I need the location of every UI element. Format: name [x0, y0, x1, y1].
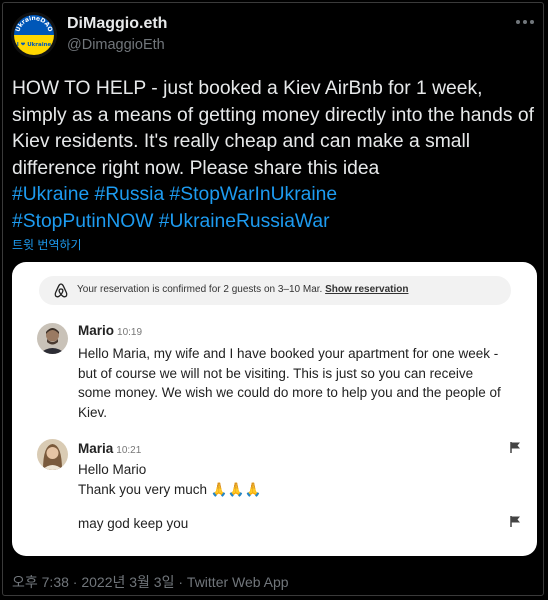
- message-body: Hello Mario Thank you very much 🙏🙏🙏: [78, 460, 261, 499]
- avatar[interactable]: UkraineDAO I ❤ Ukraine: [11, 12, 57, 58]
- hashtags-line-1[interactable]: #Ukraine #Russia #StopWarInUkraine: [12, 184, 337, 205]
- more-options-icon[interactable]: [516, 20, 534, 24]
- message-line: some money. We wish we could do more to …: [78, 385, 501, 400]
- message-line: Hello Mario: [78, 462, 147, 477]
- mario-avatar: [37, 323, 68, 354]
- report-flag-icon[interactable]: [509, 441, 522, 454]
- display-name[interactable]: DiMaggio.eth: [67, 15, 167, 33]
- sender-name: Maria: [78, 441, 114, 456]
- avatar-bottom-text: I ❤ Ukraine: [17, 42, 52, 48]
- message-line: Thank you very much 🙏🙏🙏: [78, 480, 261, 500]
- tweet-text: HOW TO HELP - just booked a Kiev AirBnb …: [12, 76, 540, 235]
- message-line: but of course we will not be visiting. T…: [78, 365, 474, 381]
- prayer-hands-emoji: 🙏🙏🙏: [210, 481, 262, 497]
- message-line: Hello Maria, my wife and I have booked y…: [78, 346, 499, 361]
- message-time: 10:21: [116, 445, 142, 456]
- message-sender: Maria 10:21: [78, 441, 141, 456]
- airbnb-logo-icon: [54, 283, 68, 298]
- hashtags-line-2[interactable]: #StopPutinNOW #UkraineRussiaWar: [12, 211, 330, 232]
- show-reservation-link[interactable]: Show reservation: [325, 284, 408, 295]
- message-line: Kiev.: [78, 404, 108, 420]
- banner-text: Your reservation is confirmed for 2 gues…: [77, 284, 323, 295]
- message-sender: Mario 10:19: [78, 323, 142, 338]
- airbnb-message-screenshot[interactable]: Your reservation is confirmed for 2 gues…: [12, 262, 537, 556]
- message-time: 10:19: [117, 327, 143, 338]
- sender-name: Mario: [78, 323, 115, 338]
- user-handle[interactable]: @DimaggioEth: [67, 37, 165, 53]
- tweet-timestamp[interactable]: 오후 7:38 · 2022년 3월 3일 · Twitter Web App: [12, 572, 289, 592]
- reservation-banner: Your reservation is confirmed for 2 gues…: [39, 276, 511, 305]
- translate-tweet-link[interactable]: 트윗 번역하기: [12, 236, 82, 253]
- ukraine-dao-logo-icon: UkraineDAO I ❤ Ukraine: [11, 12, 57, 58]
- report-flag-icon[interactable]: [509, 515, 522, 528]
- message-followup: may god keep you: [78, 516, 189, 531]
- tweet-body: HOW TO HELP - just booked a Kiev AirBnb …: [12, 78, 534, 179]
- maria-avatar: [37, 439, 68, 470]
- message-body: Hello Maria, my wife and I have booked y…: [78, 344, 501, 422]
- message-text: Thank you very much: [78, 481, 208, 497]
